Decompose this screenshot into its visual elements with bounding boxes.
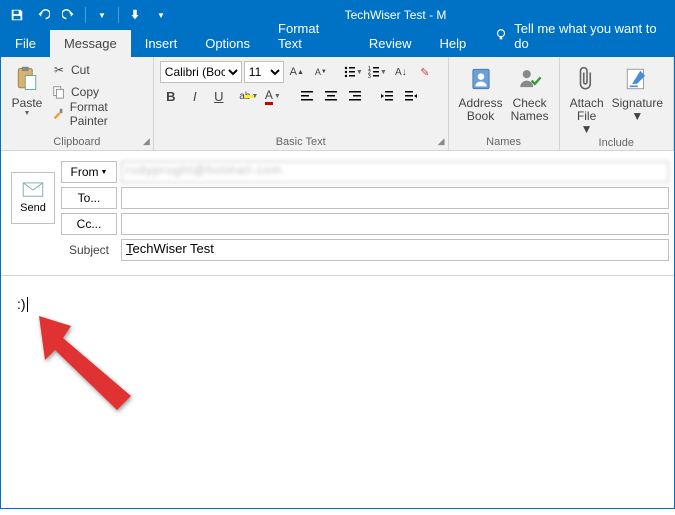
qat-dropdown-icon[interactable]: ▼ — [149, 3, 173, 27]
copy-icon — [51, 84, 67, 100]
clear-format-button[interactable]: ✎ — [414, 61, 436, 83]
message-body[interactable]: :) — [1, 275, 674, 515]
compose-header: Send From▼ rudyprught@hotmail.com To... … — [1, 151, 674, 263]
tab-options[interactable]: Options — [191, 30, 264, 57]
tab-format-text[interactable]: Format Text — [264, 15, 355, 57]
increase-font-button[interactable]: A▲ — [286, 61, 308, 83]
format-painter-button[interactable]: Format Painter — [47, 103, 147, 125]
address-book-button[interactable]: Address Book — [455, 59, 507, 136]
group-clipboard: Paste ▼ ✂ Cut Copy Form — [1, 57, 154, 150]
undo-icon[interactable] — [31, 3, 55, 27]
sort-button[interactable]: A↓ — [390, 61, 412, 83]
scissors-icon: ✂ — [51, 62, 67, 78]
highlight-button[interactable]: ab▼ — [238, 85, 260, 107]
ribbon-tabs: File Message Insert Options Format Text … — [1, 29, 674, 57]
dropdown-caret-icon: ▼ — [24, 110, 31, 118]
cc-button[interactable]: Cc... — [61, 213, 117, 235]
text-cursor-icon — [27, 297, 28, 312]
tell-me-search[interactable]: Tell me what you want to do — [480, 15, 674, 57]
signature-button[interactable]: Signature ▼ — [608, 59, 667, 137]
to-field[interactable] — [121, 187, 669, 209]
send-button[interactable]: Send — [11, 172, 55, 224]
group-names: Address Book Check Names Names — [449, 57, 560, 150]
font-color-button[interactable]: A▼ — [262, 85, 284, 107]
font-family-select[interactable]: Calibri (Boc — [160, 61, 242, 83]
number-list-button[interactable]: 123▼ — [366, 61, 388, 83]
align-center-button[interactable] — [320, 85, 342, 107]
dropdown-caret-icon: ▼ — [581, 123, 593, 136]
tab-file[interactable]: File — [1, 30, 50, 57]
group-include: Attach File▼ Signature ▼ Include — [560, 57, 674, 150]
to-button[interactable]: To... — [61, 187, 117, 209]
lightbulb-icon — [494, 28, 508, 45]
paste-button[interactable]: Paste ▼ — [7, 59, 47, 136]
indent-button[interactable] — [400, 85, 422, 107]
signature-icon — [621, 63, 653, 95]
paperclip-icon — [571, 63, 603, 95]
quick-access-toolbar: ▼ ▼ — [1, 3, 177, 27]
send-envelope-icon — [22, 182, 44, 198]
tab-help[interactable]: Help — [425, 30, 480, 57]
align-right-button[interactable] — [344, 85, 366, 107]
paste-icon — [11, 63, 43, 95]
tab-message[interactable]: Message — [50, 30, 131, 57]
clipboard-launcher-icon[interactable]: ◢ — [143, 136, 150, 147]
paintbrush-icon — [51, 106, 66, 122]
underline-button[interactable]: U — [208, 85, 230, 107]
align-left-button[interactable] — [296, 85, 318, 107]
bullet-list-button[interactable]: ▼ — [342, 61, 364, 83]
check-names-icon — [514, 63, 546, 95]
qat-customize-icon[interactable]: ▼ — [90, 3, 114, 27]
svg-text:3: 3 — [368, 74, 371, 79]
cut-button[interactable]: ✂ Cut — [47, 59, 147, 81]
ribbon: Paste ▼ ✂ Cut Copy Form — [1, 57, 674, 151]
redo-icon[interactable] — [57, 3, 81, 27]
address-book-icon — [465, 63, 497, 95]
attach-file-button[interactable]: Attach File▼ — [566, 59, 608, 137]
basic-text-launcher-icon[interactable]: ◢ — [438, 136, 445, 147]
bold-button[interactable]: B — [160, 85, 182, 107]
subject-label: Subject — [61, 243, 117, 257]
decrease-font-button[interactable]: A▼ — [310, 61, 332, 83]
save-icon[interactable] — [5, 3, 29, 27]
italic-button[interactable]: I — [184, 85, 206, 107]
font-size-select[interactable]: 11 — [244, 61, 284, 83]
outdent-button[interactable] — [376, 85, 398, 107]
tab-insert[interactable]: Insert — [131, 30, 192, 57]
annotation-arrow-icon — [31, 308, 151, 428]
touch-mode-icon[interactable] — [123, 3, 147, 27]
from-button[interactable]: From▼ — [61, 161, 117, 183]
cc-field[interactable] — [121, 213, 669, 235]
from-field: rudyprught@hotmail.com — [121, 161, 669, 183]
tab-review[interactable]: Review — [355, 30, 426, 57]
dropdown-caret-icon: ▼ — [631, 110, 643, 123]
subject-field[interactable]: TechWiser Test — [121, 239, 669, 261]
group-basic-text: Calibri (Boc 11 A▲ A▼ ▼ 123▼ A↓ ✎ B I U … — [154, 57, 449, 150]
check-names-button[interactable]: Check Names — [507, 59, 553, 136]
